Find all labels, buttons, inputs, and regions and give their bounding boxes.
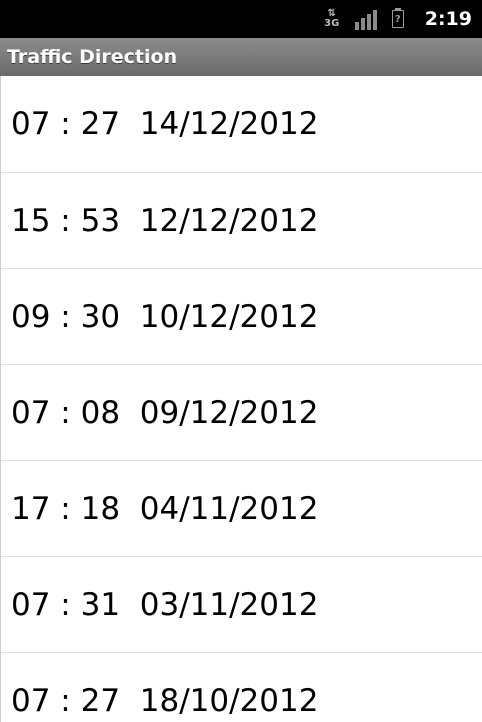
signal-strength-icon: [354, 8, 377, 30]
entry-date: 04/11/2012: [139, 490, 319, 527]
network-type-label: 3G: [324, 18, 340, 29]
entry-time: 07 : 27: [11, 106, 121, 142]
entry-time: 09 : 30: [11, 298, 121, 335]
entry-time: 17 : 18: [11, 490, 121, 527]
device-screen: ⇅ 3G ? 2:19 Traffic Direction 07 : 27 14…: [0, 0, 482, 722]
list-item[interactable]: 07 : 27 14/12/2012: [1, 76, 482, 173]
data-arrows-3g-icon: ⇅ 3G: [324, 8, 340, 29]
list-item[interactable]: 17 : 18 04/11/2012: [1, 461, 482, 557]
entry-date: 10/12/2012: [139, 298, 319, 335]
list-item[interactable]: 07 : 27 18/10/2012: [1, 653, 482, 722]
app-title-bar: Traffic Direction: [0, 38, 482, 76]
entry-date: 14/12/2012: [139, 106, 319, 142]
battery-unknown-icon: ?: [391, 8, 405, 30]
entry-time: 15 : 53: [11, 202, 121, 239]
entry-date: 18/10/2012: [139, 682, 319, 719]
list-item[interactable]: 15 : 53 12/12/2012: [1, 173, 482, 269]
status-bar: ⇅ 3G ? 2:19: [0, 0, 482, 38]
status-clock: 2:19: [424, 8, 472, 30]
entry-time: 07 : 08: [11, 394, 121, 431]
entry-time: 07 : 31: [11, 586, 121, 623]
list-item[interactable]: 07 : 31 03/11/2012: [1, 557, 482, 653]
list-item[interactable]: 09 : 30 10/12/2012: [1, 269, 482, 365]
entry-date: 12/12/2012: [139, 202, 319, 239]
entry-time: 07 : 27: [11, 682, 121, 719]
entry-date: 03/11/2012: [139, 586, 319, 623]
status-icons: ⇅ 3G ? 2:19: [323, 0, 472, 38]
entries-list[interactable]: 07 : 27 14/12/2012 15 : 53 12/12/2012 09…: [0, 76, 482, 722]
entry-date: 09/12/2012: [139, 394, 319, 431]
list-item[interactable]: 07 : 08 09/12/2012: [1, 365, 482, 461]
app-title: Traffic Direction: [7, 46, 178, 68]
